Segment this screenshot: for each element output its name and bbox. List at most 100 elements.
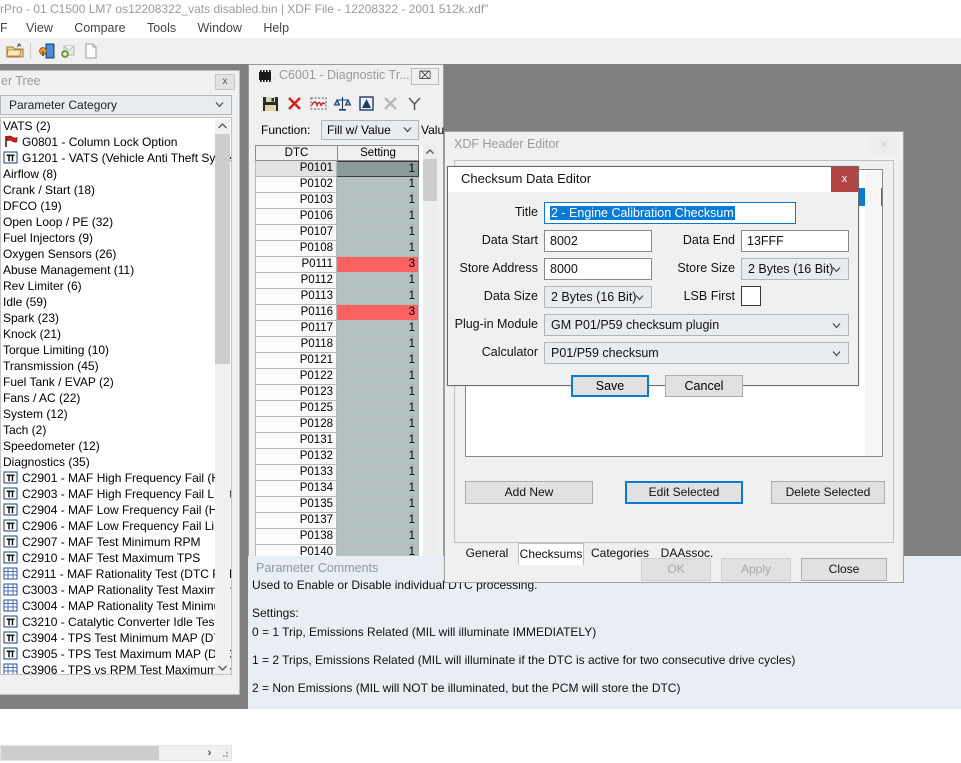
tree-category-row[interactable]: Rev Limiter (6) [1,278,231,294]
tree-category-row[interactable]: DFCO (19) [1,198,231,214]
calculator-dropdown[interactable]: P01/P59 checksum [544,342,849,364]
table-row[interactable]: P0116 3 [255,305,437,321]
tree-parameter-row[interactable]: C3904 - TPS Test Minimum MAP (DTC P0121 [1,630,231,646]
plugin-module-dropdown[interactable]: GM P01/P59 checksum plugin [544,314,849,336]
cell-dtc[interactable]: P0128 [255,417,337,433]
table-row[interactable]: P0106 1 [255,209,437,225]
cell-setting[interactable]: 1 [337,433,419,449]
scroll-up-icon[interactable] [423,145,437,159]
table-row[interactable]: P0107 1 [255,225,437,241]
tree-vertical-scrollbar[interactable] [215,119,230,674]
cell-dtc[interactable]: P0132 [255,449,337,465]
cell-dtc[interactable]: P0111 [255,257,337,273]
scroll-down-icon[interactable] [215,660,230,674]
close-icon[interactable]: x [869,136,899,154]
cell-dtc[interactable]: P0134 [255,481,337,497]
cell-dtc[interactable]: P0102 [255,177,337,193]
tree-scroll-thumb[interactable] [215,134,230,364]
cell-setting[interactable]: 1 [337,241,419,257]
tree-category-row[interactable]: Abuse Management (11) [1,262,231,278]
cell-dtc[interactable]: P0135 [255,497,337,513]
cell-dtc[interactable]: P0138 [255,529,337,545]
close-button[interactable]: Close [801,558,887,581]
add-new-button[interactable]: Add New [465,481,593,504]
ok-button[interactable]: OK [641,558,711,581]
tree-category-row[interactable]: Fans / AC (22) [1,390,231,406]
tree-category-row[interactable]: Crank / Start (18) [1,182,231,198]
cell-dtc[interactable]: P0125 [255,401,337,417]
menu-item-view[interactable]: View [17,18,62,38]
tree-category-row[interactable]: Tach (2) [1,422,231,438]
dtc-grid[interactable]: DTC Setting P0101 1 P0102 1 P0103 1 P0106 1 P010… [255,145,437,615]
cell-dtc[interactable]: P0101 [255,161,337,177]
cell-setting[interactable]: 1 [337,225,419,241]
data-end-input[interactable]: 13FFF [741,230,849,252]
close-icon[interactable]: x [215,74,235,90]
cell-setting[interactable]: 1 [337,401,419,417]
cell-setting[interactable]: 1 [337,177,419,193]
checksum-list-scrollbar[interactable] [865,171,881,456]
table-row[interactable]: P0131 1 [255,433,437,449]
cell-dtc[interactable]: P0112 [255,273,337,289]
open-folder-icon[interactable] [6,42,24,60]
scroll-up-icon[interactable] [215,119,230,134]
tree-category-row[interactable]: Torque Limiting (10) [1,342,231,358]
tree-parameter-row[interactable]: C3004 - MAP Rationality Test Minimum (DT… [1,598,231,614]
tree-category-row[interactable]: VATS (2) [1,118,231,134]
menu-item-tools[interactable]: Tools [138,18,185,38]
table-row[interactable]: P0122 1 [255,369,437,385]
resize-grip-icon[interactable] [218,746,231,760]
menu-item-file[interactable]: F [0,18,14,38]
table-row[interactable]: P0101 1 [255,161,437,177]
merge-icon[interactable] [405,94,424,113]
cell-dtc[interactable]: P0133 [255,465,337,481]
data-start-input[interactable]: 8002 [544,230,652,252]
cell-setting[interactable]: 3 [337,305,419,321]
table-row[interactable]: P0121 1 [255,353,437,369]
cell-setting[interactable]: 1 [337,513,419,529]
table-row[interactable]: P0128 1 [255,417,437,433]
tree-category-row[interactable]: Spark (23) [1,310,231,326]
table-row[interactable]: P0138 1 [255,529,437,545]
menu-item-window[interactable]: Window [189,18,251,38]
cell-setting[interactable]: 1 [337,161,419,177]
cell-dtc[interactable]: P0121 [255,353,337,369]
graph-icon[interactable] [309,94,328,113]
table-row[interactable]: P0137 1 [255,513,437,529]
close-icon[interactable]: x [831,167,858,192]
cell-setting[interactable]: 1 [337,321,419,337]
cell-setting[interactable]: 1 [337,417,419,433]
store-address-input[interactable]: 8000 [544,258,652,280]
tree-parameter-row[interactable]: C2910 - MAF Test Maximum TPS [1,550,231,566]
tree-category-row[interactable]: Transmission (45) [1,358,231,374]
tree-parameter-row[interactable]: G0801 - Column Lock Option [1,134,231,150]
table-row[interactable]: P0133 1 [255,465,437,481]
parameter-category-dropdown[interactable]: Parameter Category [0,95,232,115]
delete-selected-button[interactable]: Delete Selected [771,481,885,504]
store-size-dropdown[interactable]: 2 Bytes (16 Bit) [741,258,849,280]
tree-category-row[interactable]: Oxygen Sensors (26) [1,246,231,262]
tree-parameter-row[interactable]: C2907 - MAF Test Minimum RPM [1,534,231,550]
tab-general[interactable]: General [458,543,516,565]
apply-button[interactable]: Apply [721,558,791,581]
function-dropdown[interactable]: Fill w/ Value [321,120,419,140]
tree-category-row[interactable]: Fuel Tank / EVAP (2) [1,374,231,390]
tree-category-row[interactable]: Diagnostics (35) [1,454,231,470]
cell-setting[interactable]: 1 [337,385,419,401]
tree-parameter-row[interactable]: C3210 - Catalytic Converter Idle Test [1,614,231,630]
new-file-icon[interactable] [82,42,100,60]
tree-horizontal-scrollbar[interactable]: › [0,745,232,761]
table-row[interactable]: P0113 1 [255,289,437,305]
table-row[interactable]: P0103 1 [255,193,437,209]
tree-parameter-row[interactable]: C3003 - MAP Rationality Test Maximum (DT [1,582,231,598]
cell-dtc[interactable]: P0122 [255,369,337,385]
table-row[interactable]: P0111 3 [255,257,437,273]
tree-hscroll-thumb[interactable] [1,746,159,760]
tree-parameter-row[interactable]: C3906 - TPS vs RPM Test Maximum Predicte [1,662,231,674]
table-row[interactable]: P0112 1 [255,273,437,289]
tree-parameter-row[interactable]: C2903 - MAF High Frequency Fail Limit [1,486,231,502]
delete-icon[interactable] [285,94,304,113]
scales-icon[interactable] [333,94,352,113]
table-row[interactable]: P0135 1 [255,497,437,513]
tree-parameter-row[interactable]: G1201 - VATS (Vehicle Anti Theft System) [1,150,231,166]
